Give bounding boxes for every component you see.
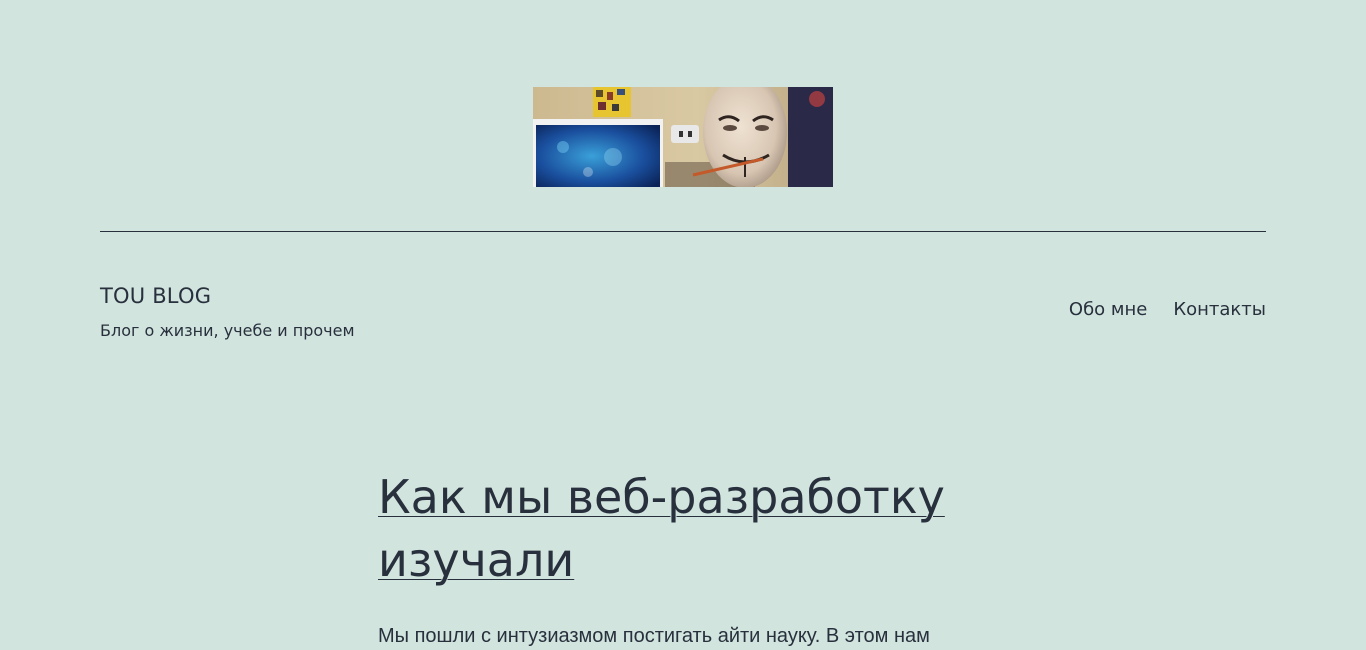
- primary-navigation: Обо мне Контакты: [1069, 299, 1266, 320]
- header-image: [533, 87, 833, 187]
- site-description: Блог о жизни, учебе и прочем: [100, 321, 355, 340]
- post-title: Как мы веб-разработку изучали: [378, 466, 998, 592]
- post-title-link[interactable]: Как мы веб-разработку изучали: [378, 470, 945, 587]
- post-excerpt: Мы пошли с интузиазмом постигать айти на…: [378, 625, 930, 647]
- header-divider: [100, 231, 1266, 232]
- header-image-graphic: [533, 87, 833, 187]
- nav-item-contacts[interactable]: Контакты: [1173, 299, 1266, 320]
- site-title-link[interactable]: TOU BLOG: [100, 284, 211, 308]
- nav-item-about[interactable]: Обо мне: [1069, 299, 1147, 320]
